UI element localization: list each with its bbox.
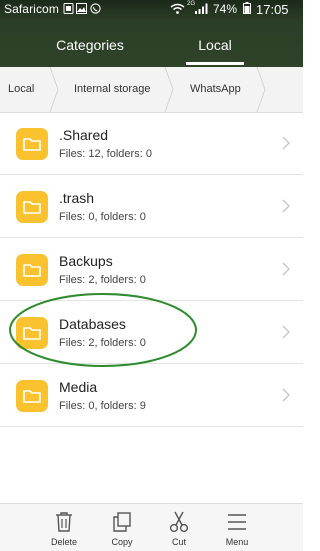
copy-label: Copy: [111, 537, 133, 547]
tab-local[interactable]: Local: [166, 18, 264, 67]
bottom-action-bar: Delete Copy Cut Menu: [0, 503, 303, 551]
folder-icon: [16, 254, 48, 286]
breadcrumb-separator-icon: [164, 67, 174, 112]
tab-bar: Categories Local: [0, 18, 303, 67]
breadcrumb-local[interactable]: Local: [8, 67, 34, 112]
breadcrumb-separator-icon: [49, 67, 59, 112]
sim-card-icon: [63, 3, 74, 14]
chevron-right-icon: [282, 262, 290, 276]
active-tab-indicator: [186, 62, 244, 65]
folder-name: Databases: [59, 316, 126, 332]
scissors-icon: [169, 511, 189, 533]
chevron-right-icon: [282, 325, 290, 339]
folder-icon: [16, 380, 48, 412]
tab-categories[interactable]: Categories: [38, 18, 142, 67]
breadcrumb-whatsapp[interactable]: WhatsApp: [190, 67, 241, 112]
folder-info: Files: 0, folders: 0: [59, 211, 146, 223]
folder-info: Files: 2, folders: 0: [59, 274, 146, 286]
folder-name: Media: [59, 379, 98, 395]
breadcrumb-internal-storage[interactable]: Internal storage: [74, 67, 150, 112]
folder-info: Files: 12, folders: 0: [59, 148, 152, 160]
breadcrumb-separator-icon: [256, 67, 266, 112]
menu-icon: [228, 514, 246, 530]
folder-icon: [16, 128, 48, 160]
status-bar: Safaricom 2G 74% 17:05: [0, 0, 303, 18]
chevron-right-icon: [282, 388, 290, 402]
app-header: Safaricom 2G 74% 17:05 Categories Local: [0, 0, 303, 67]
folder-name: .Shared: [59, 127, 109, 143]
folder-icon: [16, 191, 48, 223]
folder-row-backups[interactable]: Backups Files: 2, folders: 0: [0, 238, 303, 301]
folder-info: Files: 0, folders: 9: [59, 400, 146, 412]
whatsapp-icon: [90, 3, 101, 14]
signal-icon: [195, 3, 208, 14]
menu-label: Menu: [225, 537, 249, 547]
delete-label: Delete: [50, 537, 77, 547]
folder-row-shared[interactable]: .Shared Files: 12, folders: 0: [0, 112, 303, 175]
menu-button[interactable]: Menu: [212, 504, 262, 551]
clock-time: 17:05: [256, 2, 289, 17]
folder-name: .trash: [59, 190, 95, 206]
chevron-right-icon: [282, 199, 290, 213]
folder-row-databases[interactable]: Databases Files: 2, folders: 0: [0, 301, 303, 364]
battery-percent: 74%: [213, 2, 238, 16]
folder-row-media[interactable]: Media Files: 0, folders: 9: [0, 364, 303, 427]
network-type: 2G: [187, 1, 196, 7]
trash-icon: [56, 512, 72, 532]
folder-row-trash[interactable]: .trash Files: 0, folders: 0: [0, 175, 303, 238]
chevron-right-icon: [282, 136, 290, 150]
folder-info: Files: 2, folders: 0: [59, 337, 146, 349]
breadcrumb: Local Internal storage WhatsApp: [0, 67, 303, 113]
wifi-icon: [170, 3, 185, 14]
folder-icon: [16, 317, 48, 349]
carrier-name: Safaricom: [4, 2, 59, 16]
delete-button[interactable]: Delete: [39, 504, 89, 551]
cut-label: Cut: [171, 537, 186, 547]
cut-button[interactable]: Cut: [154, 504, 204, 551]
gallery-icon: [76, 3, 87, 14]
copy-button[interactable]: Copy: [97, 504, 147, 551]
copy-icon: [113, 512, 131, 532]
folder-name: Backups: [59, 253, 113, 269]
battery-icon: [243, 2, 251, 14]
